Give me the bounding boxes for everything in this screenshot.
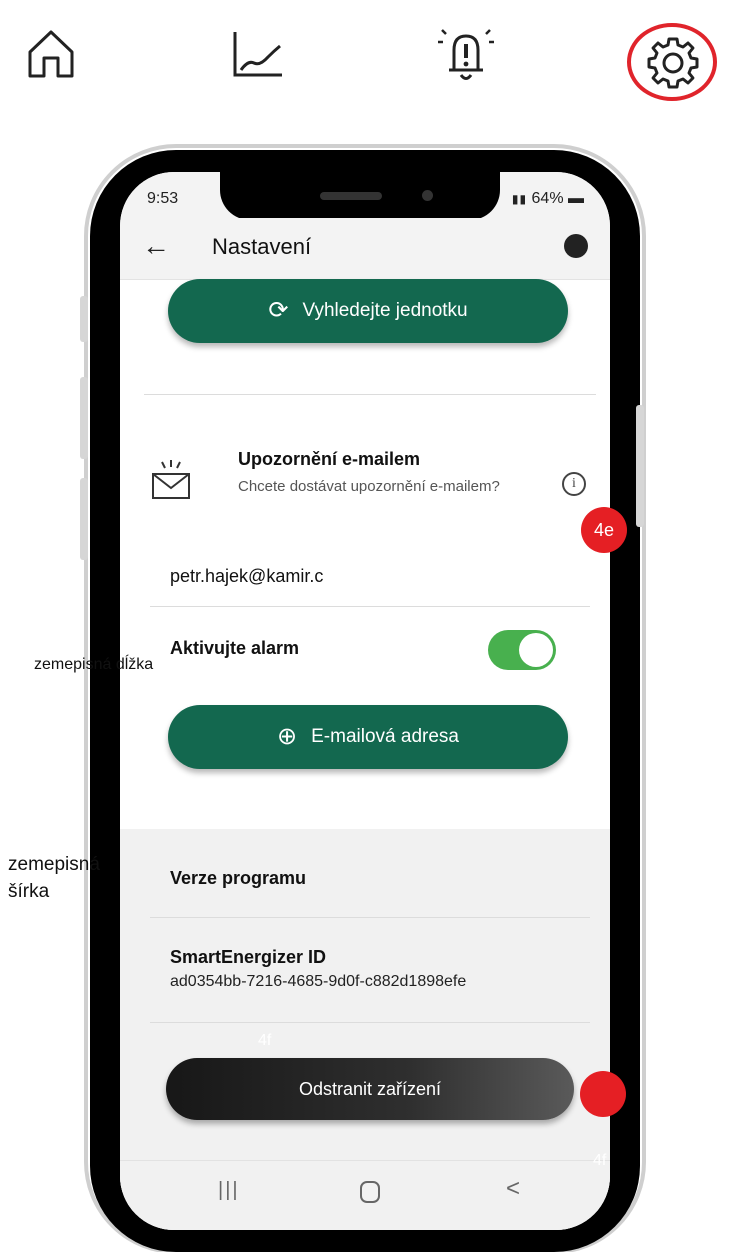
nav-back-icon[interactable]: < — [506, 1175, 520, 1203]
add-email-label: E-mailová adresa — [311, 726, 459, 747]
gear-icon[interactable] — [645, 35, 701, 91]
version-label: Verze programu — [170, 868, 307, 888]
device-id-value: ad0354bb-7216-4685-9d0f-c882d1898efe — [170, 973, 467, 990]
phone-screen: 9:53 ▮▮ 64% ▬ ← Nastavení ⟳ Vyhledejte j… — [120, 172, 610, 1230]
marker-4f-top: 4f — [258, 1032, 272, 1049]
battery-percent: 64% — [531, 190, 564, 207]
info-icon[interactable]: i — [562, 472, 586, 496]
alarm-toggle[interactable] — [488, 630, 556, 670]
remove-device-button[interactable]: Odstranit zařízení — [166, 1058, 574, 1120]
envelope-icon — [152, 460, 190, 499]
status-battery: ▮▮ 64% ▬ — [512, 190, 584, 208]
search-unit-label: Vyhledejte jednotku — [302, 300, 468, 321]
phone-power-button — [636, 405, 644, 527]
email-notifications-title: Upozornění e-mailem — [238, 449, 421, 469]
recent-apps-icon[interactable]: ||| — [218, 1179, 240, 1202]
android-nav-bar: ||| < — [120, 1160, 610, 1230]
phone-notch — [220, 172, 500, 220]
device-id-label: SmartEnergizer ID — [170, 947, 327, 967]
home-button-icon[interactable] — [360, 1181, 380, 1203]
marker-4e: 4e — [581, 507, 627, 553]
search-unit-button[interactable]: ⟳ Vyhledejte jednotku — [168, 279, 568, 343]
battery-icon: ▬ — [568, 190, 584, 207]
home-icon[interactable] — [26, 28, 76, 80]
phone-side-button — [80, 478, 88, 560]
latitude-label-line1: zemepisná — [8, 854, 100, 875]
email-address-value[interactable]: petr.hajek@kamir.c — [170, 566, 323, 587]
help-icon[interactable] — [564, 234, 588, 258]
alarm-label: Aktivujte alarm — [170, 638, 300, 658]
status-time: 9:53 — [147, 190, 179, 207]
back-arrow-icon[interactable]: ← — [142, 230, 170, 262]
chart-icon[interactable] — [232, 30, 284, 78]
divider — [150, 606, 590, 607]
latitude-label-line2: šírka — [8, 881, 50, 902]
longitude-label: zemepisná dĺžka — [34, 656, 154, 673]
remove-device-label: Odstranit zařízení — [298, 1078, 442, 1099]
add-email-button[interactable]: ⊕ E-mailová adresa — [168, 705, 568, 769]
email-notifications-subtitle: Chcete dostávat upozornění e-mailem? — [238, 478, 500, 495]
divider — [150, 1022, 590, 1023]
front-camera — [422, 190, 433, 201]
marker-red-dot — [580, 1071, 626, 1117]
page-title: Nastavení — [212, 234, 312, 259]
add-circle-icon: ⊕ — [277, 723, 298, 750]
divider — [150, 917, 590, 918]
refresh-icon: ⟳ — [268, 297, 289, 324]
phone-side-button — [80, 296, 88, 342]
toggle-knob — [519, 633, 553, 667]
alarm-bell-icon[interactable] — [436, 26, 496, 84]
app-bar: ← Nastavení — [120, 218, 610, 280]
phone-side-button — [80, 377, 88, 459]
speaker-grille — [320, 192, 382, 200]
marker-4f-bottom: 4f — [593, 1152, 607, 1169]
signal-icon: ▮▮ — [511, 192, 528, 206]
divider — [144, 394, 596, 395]
